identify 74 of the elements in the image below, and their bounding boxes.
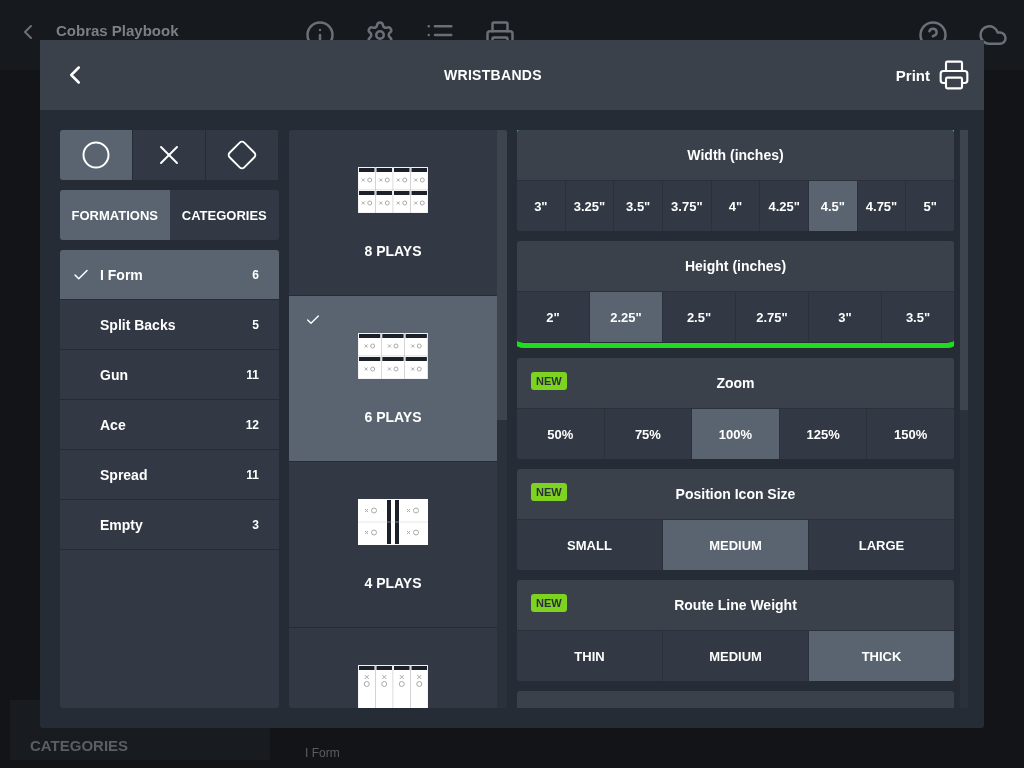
print-button[interactable]: Print [895,59,970,91]
option-button[interactable]: 100% [692,409,780,459]
formation-count: 11 [246,367,259,382]
option-button[interactable]: 4.5" [809,181,858,231]
layout-label: 8 PLAYS [364,243,422,259]
option-button[interactable]: 3" [809,292,882,342]
option-button[interactable]: 150% [867,409,954,459]
formation-count: 11 [246,467,259,482]
wristband-icon [358,499,428,545]
formation-name: I Form [100,266,144,283]
setting-title: Zoom [716,375,755,391]
symbol-button[interactable] [60,130,133,180]
option-button[interactable]: 2" [517,292,590,342]
formation-count: 5 [252,317,259,332]
formation-item[interactable]: Split Backs 5 [60,300,279,350]
option-button[interactable]: MEDIUM [663,520,809,570]
option-button[interactable]: MEDIUM [663,631,809,681]
setting-title: Position Icon Size [675,486,796,502]
formation-item[interactable]: I Form 6 [60,250,279,300]
new-badge: NEW [531,483,567,501]
circle-icon [81,140,111,170]
formation-count: 6 [252,267,259,282]
option-button[interactable]: 3.5" [882,292,954,342]
option-button[interactable]: 4.75" [857,181,907,231]
formation-item[interactable]: Spread 11 [60,450,279,500]
option-button[interactable]: THICK [809,631,954,681]
categories-heading: CATEGORIES [30,735,129,754]
layout-label: 6 PLAYS [364,409,422,425]
setting-title: Width (inches) [687,147,784,163]
play-formation: I Form [305,746,340,760]
wristband-icon [358,665,428,708]
option-button[interactable]: 3.75" [663,181,712,231]
layout-card[interactable]: 8 PLAYS [289,130,497,296]
printer-icon [938,59,970,91]
tab[interactable]: FORMATIONS [60,190,170,240]
formation-item[interactable]: Empty 3 [60,500,279,550]
formation-count: 12 [245,417,259,432]
option-button[interactable]: THIN [517,631,663,681]
setting-title: Route Line Weight [674,597,797,613]
option-button[interactable]: LARGE [809,520,954,570]
option-button[interactable]: 2.5" [663,292,736,342]
layout-card[interactable]: 6 PLAYS [289,296,497,462]
formation-name: Split Backs [100,316,177,333]
option-button[interactable]: 3.5" [614,181,663,231]
layout-card[interactable]: 4 PLAYS [289,462,497,628]
option-button[interactable]: 75% [604,409,693,459]
formation-item[interactable]: Ace 12 [60,400,279,450]
formation-item[interactable]: Gun 11 [60,350,279,400]
option-button[interactable]: 2.75" [736,292,809,342]
option-button[interactable]: 125% [779,409,868,459]
new-badge: NEW [531,594,567,612]
wristband-icon [358,167,428,213]
wristband-icon [358,333,428,379]
formation-name: Gun [100,366,129,383]
new-badge: NEW [531,372,567,390]
scrollbar-thumb[interactable] [960,130,968,410]
option-button[interactable]: 50% [517,409,605,459]
option-button[interactable]: 3.25" [565,181,615,231]
option-button[interactable]: 3" [517,181,566,231]
diamond-icon [226,139,258,171]
option-button[interactable]: 4" [711,181,761,231]
formation-count: 3 [252,517,259,532]
layout-label: 4 PLAYS [364,575,422,591]
scrollbar-thumb[interactable] [497,130,507,420]
option-button[interactable]: SMALL [517,520,663,570]
dialog-title: WRISTBANDS [442,67,543,83]
formation-name: Spread [100,466,149,483]
option-button[interactable]: 4.25" [760,181,810,231]
formation-name: Empty [100,516,144,533]
formation-name: Ace [100,416,127,433]
app-title: Cobras Playbook [56,22,179,39]
option-button[interactable]: 5" [906,181,954,231]
setting-title: Height (inches) [684,258,787,274]
option-button[interactable]: 2.25" [590,292,663,342]
